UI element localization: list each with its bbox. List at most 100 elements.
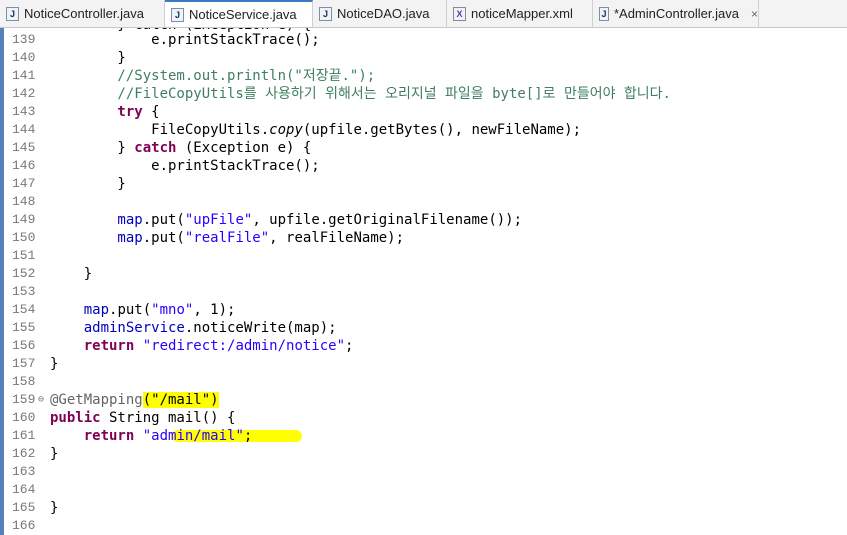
code-line[interactable]: 154 map.put("mno", 1); (0, 301, 847, 319)
code-token: adminService (50, 320, 185, 336)
code-token: } (50, 140, 135, 156)
code-line[interactable]: 159 ⊖ @GetMapping("/mail") (0, 391, 847, 409)
line-number: 145 (12, 140, 36, 155)
code-token: "admin/mail" (142, 428, 244, 444)
code-line[interactable]: 147 } (0, 175, 847, 193)
editor-tab-bar: J NoticeController.java J NoticeService.jav… (0, 0, 847, 28)
tab-noticeservicejava[interactable]: J NoticeService.java (165, 0, 313, 27)
change-marker (0, 121, 4, 139)
change-marker (0, 103, 4, 121)
code-line[interactable]: 142 //FileCopyUtils를 사용하기 위해서는 오리지널 파일을 … (0, 85, 847, 103)
code-text: } (50, 49, 125, 67)
change-marker (0, 265, 4, 283)
code-line[interactable]: 148 (0, 193, 847, 211)
code-line[interactable]: 158 (0, 373, 847, 391)
line-number: 140 (12, 50, 36, 65)
code-token: "mno" (151, 302, 194, 318)
code-line[interactable]: 151 (0, 247, 847, 265)
change-marker (0, 319, 4, 337)
code-token: //System.out.println("저장끝."); (50, 68, 376, 84)
code-token: return (50, 338, 135, 354)
code-line[interactable]: 161 return "admin/mail"; (0, 427, 847, 445)
line-number: 164 (12, 482, 36, 497)
change-marker (0, 229, 4, 247)
code-token: catch (134, 140, 177, 156)
change-marker (0, 175, 4, 193)
code-token: e.printStackTrace(); (50, 158, 320, 174)
code-line[interactable]: 165} (0, 499, 847, 517)
code-token: , 1); (193, 302, 236, 318)
code-editor[interactable]: 138 } catch (Exception e) {139 e.printSt… (0, 28, 847, 535)
code-line[interactable]: 150 map.put("realFile", realFileName); (0, 229, 847, 247)
line-number: 149 (12, 212, 36, 227)
code-text: map.put("mno", 1); (50, 301, 236, 319)
code-line[interactable]: 156 return "redirect:/admin/notice"; (0, 337, 847, 355)
change-marker (0, 247, 4, 265)
code-text: //FileCopyUtils를 사용하기 위해서는 오리지널 파일을 byte… (50, 85, 671, 103)
tab-label: NoticeDAO.java (337, 6, 430, 21)
change-marker (0, 85, 4, 103)
code-text: //System.out.println("저장끝."); (50, 67, 375, 85)
code-token: @GetMapping (50, 392, 143, 408)
code-line[interactable]: 152 } (0, 265, 847, 283)
code-token: } (50, 446, 59, 462)
line-number: 142 (12, 86, 36, 101)
code-line[interactable]: 143 try { (0, 103, 847, 121)
code-token: public (50, 410, 101, 426)
change-marker (0, 157, 4, 175)
code-text: } (50, 355, 58, 373)
code-token: } (50, 266, 93, 282)
line-number: 150 (12, 230, 36, 245)
code-line[interactable]: 153 (0, 283, 847, 301)
code-token: "realFile" (184, 230, 270, 246)
code-line[interactable]: 155 adminService.noticeWrite(map); (0, 319, 847, 337)
code-text: e.printStackTrace(); (50, 31, 320, 49)
line-number: 160 (12, 410, 36, 425)
code-line[interactable]: 141 //System.out.println("저장끝."); (0, 67, 847, 85)
change-marker (0, 409, 4, 427)
fold-toggle-icon[interactable]: ⊖ (38, 395, 44, 405)
code-line[interactable]: 144 FileCopyUtils.copy(upfile.getBytes()… (0, 121, 847, 139)
code-token: .put( (142, 212, 185, 228)
change-marker (0, 373, 4, 391)
change-marker (0, 517, 4, 535)
code-token: map (50, 212, 143, 228)
code-token: ; (243, 428, 253, 444)
code-line[interactable]: 146 e.printStackTrace(); (0, 157, 847, 175)
code-line[interactable]: 140 } (0, 49, 847, 67)
close-icon[interactable]: × (751, 7, 758, 21)
code-text: try { (50, 103, 159, 121)
tab-noticecontrollerjava[interactable]: J NoticeController.java (0, 0, 165, 27)
change-marker (0, 67, 4, 85)
line-number: 159 (12, 392, 36, 407)
code-line[interactable]: 149 map.put("upFile", upfile.getOriginal… (0, 211, 847, 229)
change-marker (0, 49, 4, 67)
code-text: } (50, 499, 58, 517)
change-marker (0, 463, 4, 481)
line-number: 141 (12, 68, 36, 83)
change-marker (0, 337, 4, 355)
code-token: } (50, 356, 59, 372)
code-line[interactable]: 163 (0, 463, 847, 481)
code-token: map (50, 230, 143, 246)
java-file-icon: J (599, 6, 609, 21)
code-line[interactable]: 166 (0, 517, 847, 535)
change-marker (0, 391, 4, 409)
code-line[interactable]: 162} (0, 445, 847, 463)
xml-file-icon: X (453, 6, 466, 21)
code-line[interactable]: 164 (0, 481, 847, 499)
highlighted-text: ("/mail") (142, 392, 219, 408)
line-number: 154 (12, 302, 36, 317)
tab-noticemapperxml[interactable]: XnoticeMapper.xml (447, 0, 593, 27)
code-line[interactable]: 139 e.printStackTrace(); (0, 31, 847, 49)
tab-admincontrollerjava[interactable]: J *AdminController.java × (593, 0, 759, 27)
line-number: 153 (12, 284, 36, 299)
code-token: FileCopyUtils. (50, 122, 270, 138)
line-number: 156 (12, 338, 36, 353)
code-line[interactable]: 157} (0, 355, 847, 373)
code-line[interactable]: 160 public String mail() { (0, 409, 847, 427)
tab-label: *AdminController.java (613, 6, 739, 21)
code-line[interactable]: 145 } catch (Exception e) { (0, 139, 847, 157)
tab-noticedaojava[interactable]: J NoticeDAO.java (313, 0, 447, 27)
